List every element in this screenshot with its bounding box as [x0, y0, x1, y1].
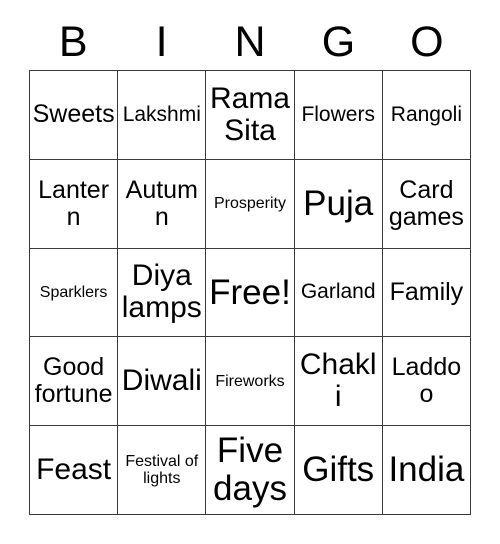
bingo-cell-label: Chakli	[299, 347, 377, 414]
bingo-cell-r1c1[interactable]: Sweets	[30, 71, 119, 160]
bingo-cell-r5c5[interactable]: India	[382, 426, 471, 515]
bingo-cell-label: Fireworks	[215, 372, 285, 390]
bingo-cell-r4c1[interactable]: Good fortune	[30, 337, 119, 427]
bingo-cell-label: Rama Sita	[209, 81, 290, 147]
bingo-cell-r4c2[interactable]: Diwali	[118, 337, 207, 427]
bingo-cell-label: Lakshmi	[122, 102, 201, 126]
bingo-cell-r3c1[interactable]: Sparklers	[30, 248, 119, 338]
bingo-cell-label: Diwali	[121, 364, 202, 398]
bingo-cell-label: India	[388, 450, 465, 490]
bingo-grid: Sweets Lakshmi Rama Sita Flowers Rangoli Lant…	[29, 70, 471, 515]
bingo-cell-r3c2[interactable]: Diya lamps	[118, 248, 207, 338]
bingo-cell-r2c5[interactable]: Card games	[382, 159, 471, 249]
bingo-cell-label: Diya lamps	[121, 259, 202, 325]
bingo-cell-r4c4[interactable]: Chakli	[294, 337, 383, 427]
bingo-header-letter-n: N	[234, 17, 266, 66]
bingo-cell-r1c2[interactable]: Lakshmi	[118, 71, 207, 160]
bingo-cell-r3c4[interactable]: Garland	[294, 248, 383, 338]
bingo-cell-r3c3[interactable]: Free!	[206, 248, 295, 338]
bingo-cell-label: Free!	[209, 272, 291, 312]
bingo-card: B I N G O Sweets Lakshmi Rama Sita Flowers Rango…	[0, 0, 500, 544]
bingo-cell-label: Five days	[213, 431, 287, 509]
bingo-cell-label: Sparklers	[39, 283, 108, 301]
bingo-cell-r5c4[interactable]: Gifts	[294, 426, 383, 515]
bingo-cell-label: Lantern	[38, 175, 110, 231]
bingo-cell-label: Laddoo	[391, 353, 462, 409]
bingo-cell-label: Sweets	[32, 100, 115, 129]
bingo-cell-label: Gifts	[302, 450, 375, 490]
bingo-cell-r2c4[interactable]: Puja	[294, 159, 383, 249]
bingo-cell-r3c5[interactable]: Family	[382, 248, 471, 338]
bingo-cell-label: Card games	[388, 175, 464, 231]
bingo-header-row: BINGO	[29, 14, 471, 70]
bingo-cell-label: Flowers	[301, 102, 375, 126]
bingo-cell-r5c2[interactable]: Festival of lights	[118, 426, 207, 515]
bingo-cell-label: Garland	[300, 280, 376, 304]
bingo-cell-r5c1[interactable]: Feast	[30, 426, 119, 515]
bingo-cell-label: Festival of lights	[125, 452, 199, 488]
bingo-header-letter-g: G	[321, 17, 356, 66]
bingo-cell-label: Puja	[303, 183, 374, 223]
bingo-cell-r2c3[interactable]: Prosperity	[206, 159, 295, 249]
bingo-cell-r1c5[interactable]: Rangoli	[382, 71, 471, 160]
bingo-cell-r1c3[interactable]: Rama Sita	[206, 71, 295, 160]
bingo-cell-r2c2[interactable]: Autumn	[118, 159, 207, 249]
bingo-cell-label: Autumn	[125, 175, 198, 231]
bingo-header-letter-b: B	[58, 17, 88, 66]
bingo-cell-r5c3[interactable]: Five days	[206, 426, 295, 515]
bingo-header-letter-i: I	[155, 17, 168, 66]
bingo-cell-label: Good fortune	[34, 353, 113, 409]
bingo-cell-label: Feast	[36, 452, 112, 486]
bingo-header-letter-o: O	[410, 17, 444, 66]
bingo-cell-r4c3[interactable]: Fireworks	[206, 337, 295, 427]
bingo-cell-label: Prosperity	[213, 195, 286, 213]
bingo-cell-r2c1[interactable]: Lantern	[30, 159, 119, 249]
bingo-cell-r1c4[interactable]: Flowers	[294, 71, 383, 160]
bingo-cell-label: Rangoli	[390, 102, 462, 126]
bingo-cell-label: Family	[389, 277, 464, 306]
bingo-cell-r4c5[interactable]: Laddoo	[382, 337, 471, 427]
